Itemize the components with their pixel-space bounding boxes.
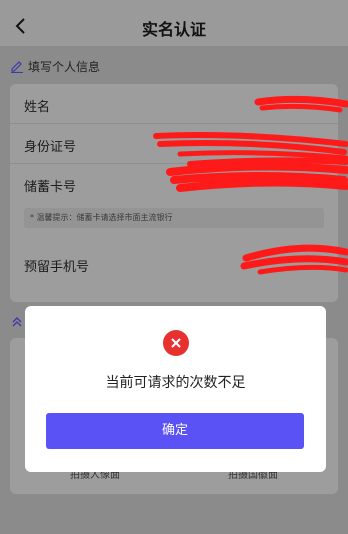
dialog-message: 当前可请求的次数不足 — [105, 375, 246, 391]
alert-dialog: 当前可请求的次数不足 确定 — [25, 306, 326, 472]
error-icon — [163, 330, 189, 356]
confirm-button[interactable]: 确定 — [46, 413, 304, 449]
